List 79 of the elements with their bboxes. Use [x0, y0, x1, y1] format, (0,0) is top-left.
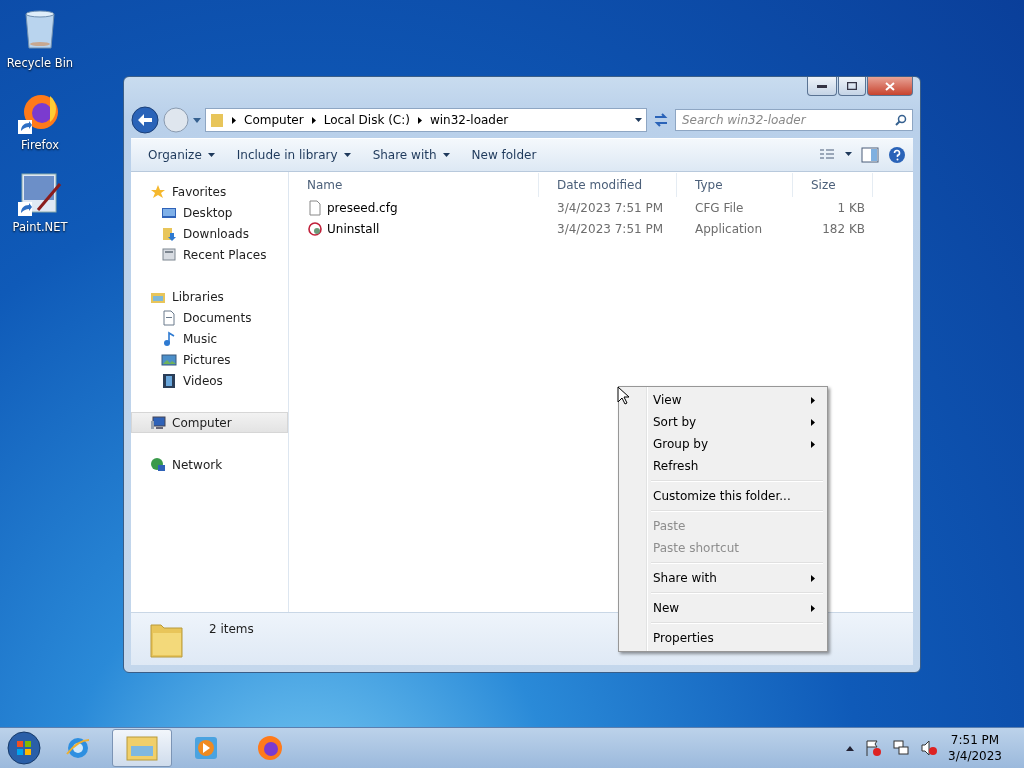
history-dropdown-icon[interactable]: [193, 117, 201, 123]
chevron-right-icon: [232, 116, 236, 124]
view-list-icon[interactable]: [819, 148, 853, 162]
nav-item[interactable]: Music: [131, 328, 288, 349]
column-header[interactable]: Type: [677, 173, 793, 197]
breadcrumb[interactable]: win32-loader: [429, 113, 509, 127]
document-icon: [161, 309, 177, 326]
document-icon: [307, 199, 323, 216]
menu-item[interactable]: Sort by: [621, 411, 825, 433]
nav-item[interactable]: Libraries: [131, 286, 288, 307]
film-icon: [161, 372, 177, 389]
breadcrumb[interactable]: Local Disk (C:): [323, 113, 410, 127]
search-field[interactable]: Search win32-loader: [675, 109, 913, 131]
music-note-icon: [161, 330, 177, 347]
computer-icon: [150, 414, 166, 431]
file-name[interactable]: Uninstall: [289, 220, 539, 237]
date-cell-text: 3/4/2023 7:51 PM: [556, 200, 665, 215]
start-button[interactable]: [4, 729, 44, 767]
paint-icon[interactable]: [16, 170, 64, 218]
menu-item[interactable]: Customize this folder...: [621, 485, 825, 507]
nav-item[interactable]: Pictures: [131, 349, 288, 370]
nav-item[interactable]: Videos: [131, 370, 288, 391]
address-bar[interactable]: Computer Local Disk (C:) win32-loader: [205, 108, 647, 132]
flag-icon[interactable]: [864, 739, 883, 757]
file-name[interactable]: preseed.cfg: [289, 199, 539, 216]
clock-date[interactable]: 3/4/2023: [948, 749, 1002, 763]
chevron-right-icon: [311, 116, 316, 124]
size-cell-text: 1 KB: [836, 200, 866, 215]
nav-item[interactable]: Documents: [131, 307, 288, 328]
search-icon: [895, 114, 907, 126]
caret-icon: [635, 118, 642, 122]
type-cell-text: Application: [694, 221, 764, 236]
menu-item[interactable]: Properties: [621, 627, 825, 649]
column-header[interactable]: Date modified: [539, 173, 677, 197]
nav-item[interactable]: Recent Places: [131, 244, 288, 265]
toolbar-button[interactable]: Share with: [361, 143, 461, 167]
speaker-muted-icon[interactable]: [920, 739, 939, 757]
globe-icon: [150, 456, 166, 473]
breadcrumb[interactable]: Computer: [244, 113, 304, 127]
nav-item[interactable]: Favorites: [131, 181, 288, 202]
item-count: 2 items: [209, 622, 254, 636]
minimize-icon: [817, 84, 827, 88]
close-icon: [885, 81, 895, 91]
toolbar-button[interactable]: Include in library: [225, 143, 362, 167]
date-cell-text: 3/4/2023 7:51 PM: [556, 221, 665, 236]
column-header[interactable]: Name: [289, 173, 539, 197]
size-cell-text: 182 KB: [821, 221, 866, 236]
network-icon[interactable]: [892, 739, 911, 757]
nav-item[interactable]: Computer: [131, 412, 288, 433]
nav-item[interactable]: Downloads: [131, 223, 288, 244]
desktop-icon-label: Recycle Bin: [6, 56, 74, 70]
help-icon[interactable]: [887, 146, 907, 164]
close-button[interactable]: [867, 77, 913, 96]
image-icon: [161, 351, 177, 368]
maximize-button[interactable]: [838, 77, 866, 96]
play-icon[interactable]: [193, 735, 219, 761]
nav-item[interactable]: Network: [131, 454, 288, 475]
caret-up-icon[interactable]: [846, 745, 855, 751]
minimize-button[interactable]: [807, 77, 837, 96]
nav-item[interactable]: Desktop: [131, 202, 288, 223]
swirl-icon: [307, 220, 323, 237]
chevron-right-icon: [417, 116, 422, 124]
menu-item[interactable]: Share with: [621, 567, 825, 589]
toolbar-button[interactable]: New folder: [460, 143, 548, 167]
menu-item[interactable]: Refresh: [621, 455, 825, 477]
column-header[interactable]: Size: [793, 173, 873, 197]
desktop-icon-label: Firefox: [20, 138, 60, 152]
maximize-icon: [847, 82, 857, 90]
type-cell-text: CFG File: [694, 200, 745, 215]
toolbar-button[interactable]: Organize: [137, 143, 226, 167]
clock-time[interactable]: 7:51 PM: [950, 733, 1000, 747]
menu-item[interactable]: New: [621, 597, 825, 619]
menu-item[interactable]: Group by: [621, 433, 825, 455]
taskbar-button[interactable]: [112, 729, 172, 767]
firefox-icon[interactable]: [255, 733, 285, 763]
mouse-pointer-icon: [617, 386, 629, 405]
back-button[interactable]: [131, 106, 159, 134]
desktop-icon-label: Paint.NET: [12, 220, 68, 234]
star-icon: [150, 183, 166, 200]
